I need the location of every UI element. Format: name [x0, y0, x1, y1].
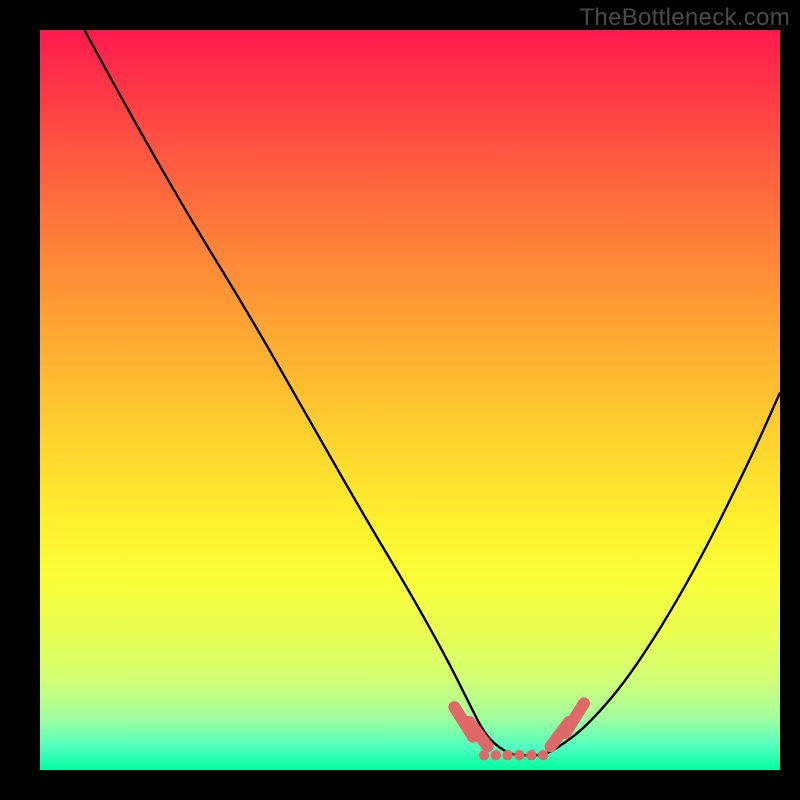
marker-dot — [538, 750, 548, 760]
marker-dot — [514, 750, 524, 760]
marker-dot — [479, 750, 489, 760]
curve-line — [84, 30, 780, 755]
bottleneck-curve — [84, 30, 780, 755]
chart-plot-area — [40, 30, 780, 770]
marker-dot — [526, 750, 536, 760]
watermark-text: TheBottleneck.com — [579, 4, 790, 32]
marker-dot — [502, 750, 512, 760]
chart-svg — [40, 30, 780, 770]
marker-segment — [469, 722, 488, 746]
marker-dot — [491, 750, 501, 760]
chart-frame: TheBottleneck.com — [0, 0, 800, 800]
